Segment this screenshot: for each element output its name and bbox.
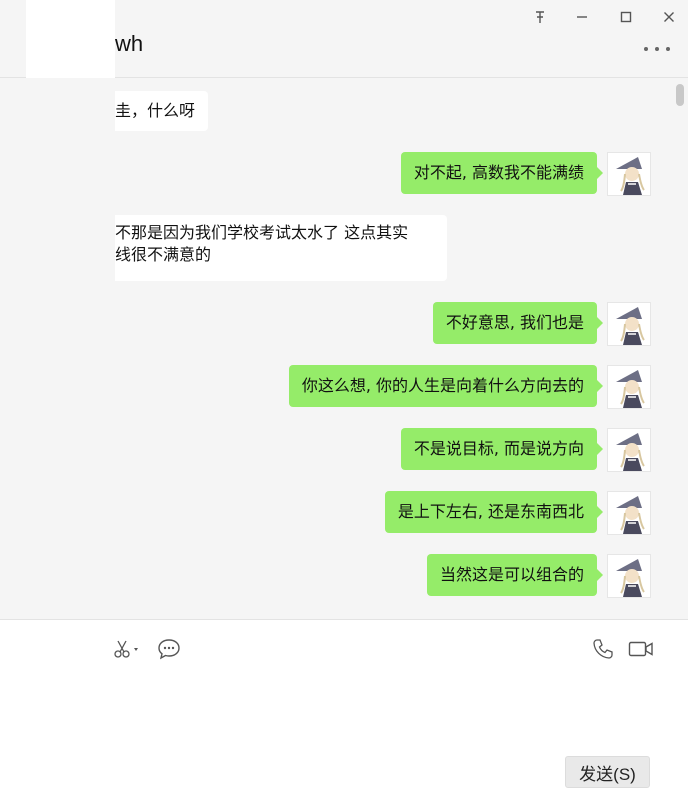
- chat-header: wh: [0, 0, 688, 78]
- maximize-icon[interactable]: [611, 4, 641, 30]
- message-bubble-outgoing: 当然这是可以组合的: [426, 554, 604, 596]
- message-bubble-outgoing: 不好意思, 我们也是: [432, 302, 604, 344]
- message-bubble-outgoing: 对不起, 高数我不能满绩: [400, 152, 604, 194]
- message-text: 不是说目标, 而是说方向: [413, 439, 584, 458]
- message-text: 对不起, 高数我不能满绩: [413, 163, 584, 182]
- avatar[interactable]: [607, 152, 651, 196]
- input-panel: 发送(S): [0, 619, 688, 800]
- avatar[interactable]: [607, 365, 651, 409]
- avatar[interactable]: [607, 554, 651, 598]
- contact-list-area: [26, 620, 115, 800]
- avatar[interactable]: [607, 428, 651, 472]
- message-bubble-outgoing: 是上下左右, 还是东南西北: [384, 491, 604, 533]
- avatar[interactable]: [607, 491, 651, 535]
- message-text-line: 线很不满意的: [115, 245, 212, 264]
- minimize-icon[interactable]: [567, 4, 597, 30]
- scissors-icon[interactable]: [112, 636, 142, 662]
- message-bubble-outgoing: 你这么想, 你的人生是向着什么方向去的: [288, 365, 604, 407]
- phone-icon[interactable]: [590, 636, 616, 662]
- more-options-icon[interactable]: [644, 42, 670, 56]
- pin-icon[interactable]: [525, 4, 555, 30]
- contact-list-area: [26, 78, 115, 619]
- message-text: 你这么想, 你的人生是向着什么方向去的: [301, 376, 584, 395]
- scrollbar-thumb[interactable]: [676, 84, 684, 106]
- video-icon[interactable]: [627, 636, 655, 662]
- message-text: 是上下左右, 还是东南西北: [397, 502, 584, 521]
- message-bubble-incoming: 不那是因为我们学校考试太水了 这点其实 线很不满意的: [115, 215, 447, 281]
- message-text: 当然这是可以组合的: [439, 565, 584, 584]
- contact-list-area: [26, 0, 115, 78]
- chat-bubble-icon[interactable]: [155, 636, 183, 662]
- message-text: 不好意思, 我们也是: [445, 313, 584, 332]
- message-list[interactable]: 圭，什么呀 对不起, 高数我不能满绩 不那是因为我们学校考试太水了 这点其实 线…: [0, 78, 688, 619]
- send-button[interactable]: 发送(S): [565, 756, 650, 788]
- avatar[interactable]: [607, 302, 651, 346]
- message-input[interactable]: [115, 670, 675, 750]
- message-bubble-outgoing: 不是说目标, 而是说方向: [400, 428, 604, 470]
- close-icon[interactable]: [654, 4, 684, 30]
- message-text-line: 不那是因为我们学校考试太水了 这点其实: [115, 223, 409, 242]
- message-text: 圭，什么呀: [115, 101, 196, 120]
- chat-title: wh: [115, 31, 144, 56]
- message-bubble-incoming: 圭，什么呀: [115, 91, 208, 131]
